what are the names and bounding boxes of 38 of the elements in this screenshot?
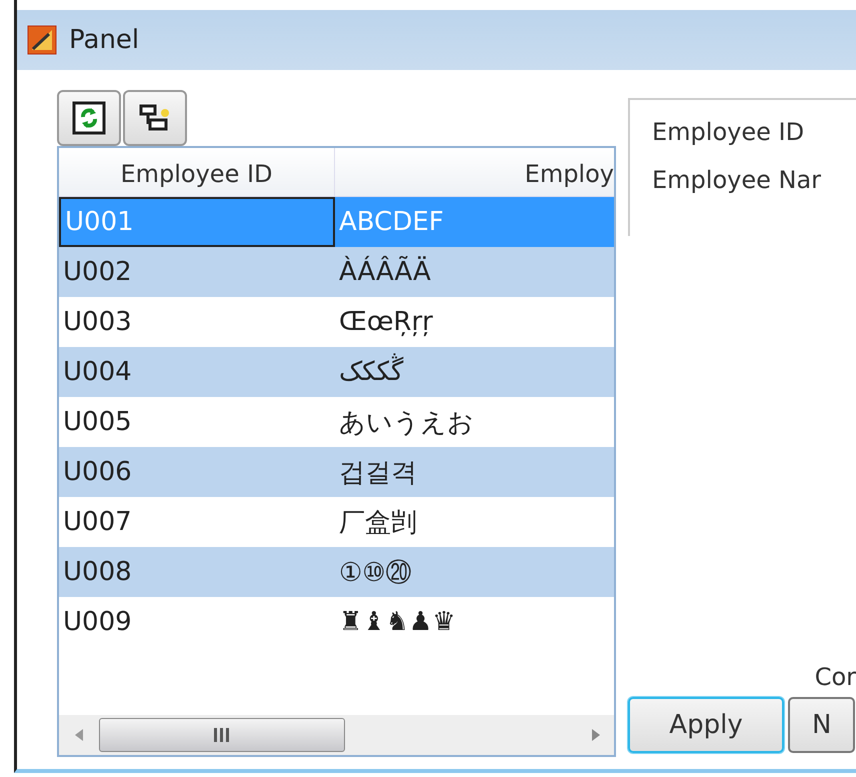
table-cell-text: ŒœŖŗŗ xyxy=(338,306,434,339)
scroll-right-icon xyxy=(590,728,602,742)
table-cell-text: U007 xyxy=(62,506,133,539)
table-cell-text: U004 xyxy=(62,356,133,389)
horizontal-scrollbar[interactable] xyxy=(59,715,614,755)
table-cell-text: U006 xyxy=(62,456,133,489)
table-cell-text: ①⑩⑳ xyxy=(338,556,413,590)
table-row[interactable]: U006 겁걸격 xyxy=(59,447,614,497)
table-row[interactable]: U002 ÀÁÂÃÄ xyxy=(59,247,614,297)
field-label: Employee ID xyxy=(652,118,806,146)
table-cell-text: U003 xyxy=(62,306,133,339)
table-cell-text: あいうえお xyxy=(338,406,475,440)
window-title: Panel xyxy=(69,25,140,55)
field-label: Employee Nar xyxy=(652,166,822,194)
table-cell-text: U009 xyxy=(62,606,133,639)
grip-icon xyxy=(212,727,232,743)
app-icon xyxy=(27,25,57,55)
table-cell-text: ABCDEF xyxy=(338,206,445,239)
table-cell-text: U002 xyxy=(62,256,133,289)
table-cell: ڴککک xyxy=(335,347,614,397)
table-cell-text: 겁걸격 xyxy=(338,456,418,490)
table-cell-text: 厂盒剀 xyxy=(338,506,418,540)
column-header[interactable]: Employ xyxy=(335,148,614,196)
table-cell: U001 xyxy=(59,197,335,247)
table-cell-text: U008 xyxy=(62,556,133,589)
scroll-left-icon xyxy=(73,728,85,742)
table-cell-text: U005 xyxy=(62,406,133,439)
footer-label: Cor xyxy=(814,663,856,691)
refresh-icon xyxy=(71,100,107,136)
table-cell-text: ÀÁÂÃÄ xyxy=(338,254,432,289)
table-row[interactable]: U008 ①⑩⑳ xyxy=(59,547,614,597)
table-cell-text: ♜♝♞♟♛ xyxy=(338,606,457,639)
scroll-thumb[interactable] xyxy=(99,718,345,752)
column-header[interactable]: Employee ID xyxy=(59,148,335,196)
refresh-button[interactable] xyxy=(57,90,121,146)
dialog-button[interactable]: Apply xyxy=(628,697,784,753)
dialog-button[interactable]: N xyxy=(788,697,856,753)
layout-button[interactable] xyxy=(123,90,187,146)
